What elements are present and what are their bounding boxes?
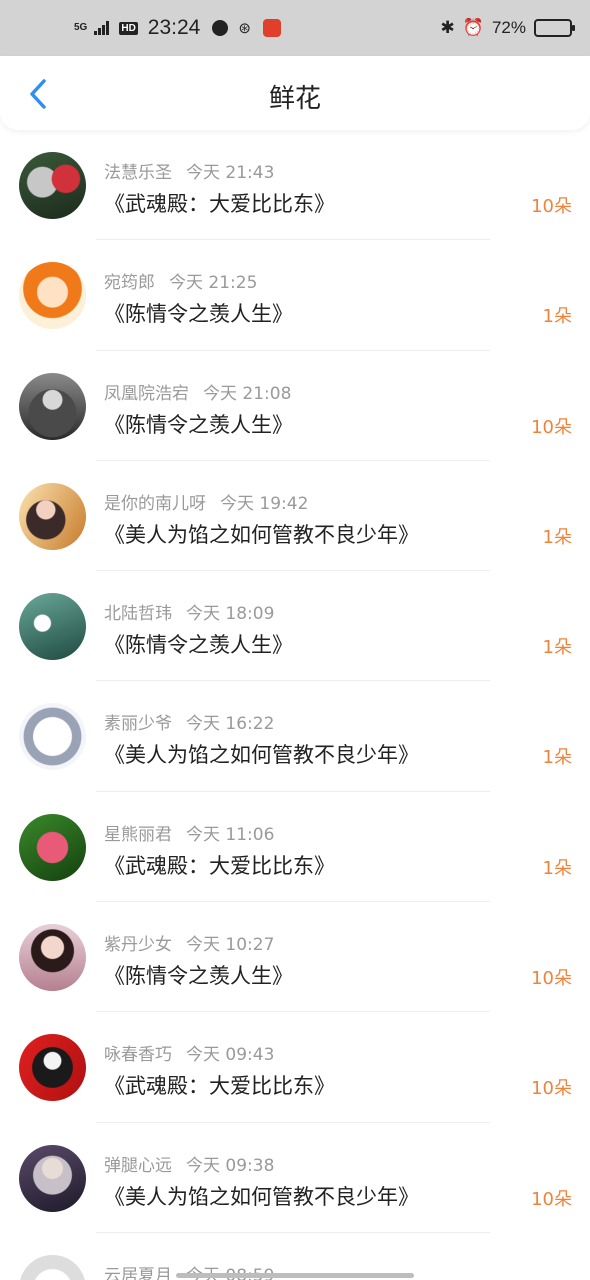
timestamp: 今天 11:06 — [186, 824, 275, 845]
item-meta: 宛筠郎 今天 21:25 — [104, 268, 257, 293]
avatar[interactable] — [19, 372, 86, 440]
bluetooth-icon: ✱ — [440, 18, 455, 37]
book-title[interactable]: 《武魂殿：大爱比比东》 — [104, 188, 335, 218]
timestamp: 今天 09:38 — [186, 1155, 275, 1176]
battery-icon — [534, 19, 575, 37]
flower-count: 1朵 — [542, 747, 572, 769]
timestamp: 今天 21:25 — [169, 273, 258, 294]
item-meta: 素丽少爷 今天 16:22 — [104, 709, 274, 734]
avatar[interactable] — [19, 152, 86, 219]
item-meta: 是你的南儿呀 今天 19:42 — [104, 489, 308, 514]
battery-percent: 72% — [491, 18, 526, 37]
avatar[interactable] — [19, 593, 86, 661]
timestamp: 今天 18:09 — [186, 604, 275, 625]
signal-icon — [94, 21, 110, 35]
status-bar: 5G HD 23:24 ⊛ ✱ ⏰ 72% — [0, 0, 590, 56]
item-meta: 紫丹少女 今天 10:27 — [104, 930, 274, 955]
avatar[interactable] — [19, 1144, 86, 1212]
user-name[interactable]: 星熊丽君 — [104, 825, 172, 845]
notification-icon — [212, 20, 229, 36]
flower-count: 10朵 — [531, 1188, 572, 1210]
avatar[interactable] — [19, 703, 86, 771]
user-name[interactable]: 法慧乐圣 — [104, 163, 172, 183]
item-meta: 北陆哲玮 今天 18:09 — [104, 599, 274, 624]
list-item[interactable]: 咏春香巧 今天 09:43 《武魂殿：大爱比比东》 10朵 — [0, 1012, 590, 1123]
list-item[interactable]: 是你的南儿呀 今天 19:42 《美人为馅之如何管教不良少年》 1朵 — [0, 461, 590, 572]
list-item[interactable]: 紫丹少女 今天 10:27 《陈情令之羡人生》 10朵 — [0, 902, 590, 1013]
flower-count: 1朵 — [542, 306, 572, 328]
weibo-icon: ⊛ — [238, 20, 251, 37]
flower-count: 1朵 — [542, 857, 572, 879]
network-type: 5G — [74, 22, 88, 33]
user-name[interactable]: 素丽少爷 — [104, 714, 172, 734]
user-name[interactable]: 云居夏月 — [104, 1266, 172, 1280]
flower-count: 10朵 — [531, 416, 572, 438]
user-name[interactable]: 咏春香巧 — [104, 1045, 172, 1065]
item-meta: 星熊丽君 今天 11:06 — [104, 820, 274, 845]
book-title[interactable]: 《美人为馅之如何管教不良少年》 — [104, 739, 419, 769]
user-name[interactable]: 弹腿心远 — [104, 1156, 172, 1176]
flower-count: 1朵 — [542, 526, 572, 548]
list-item[interactable]: 宛筠郎 今天 21:25 《陈情令之羡人生》 1朵 — [0, 240, 590, 351]
avatar[interactable] — [19, 1034, 86, 1102]
list-item[interactable]: 弹腿心远 今天 09:38 《美人为馅之如何管教不良少年》 10朵 — [0, 1123, 590, 1233]
user-name[interactable]: 北陆哲玮 — [104, 604, 172, 624]
status-time: 23:24 — [147, 16, 201, 39]
alarm-icon: ⏰ — [462, 18, 484, 37]
book-title[interactable]: 《陈情令之羡人生》 — [104, 298, 293, 328]
app-notification-icon — [262, 19, 281, 37]
avatar[interactable] — [19, 813, 86, 881]
timestamp: 今天 21:08 — [203, 383, 292, 404]
book-title[interactable]: 《武魂殿：大爱比比东》 — [104, 1070, 335, 1100]
timestamp: 今天 19:42 — [220, 493, 309, 514]
book-title[interactable]: 《美人为馅之如何管教不良少年》 — [104, 1181, 419, 1211]
list-item[interactable]: 北陆哲玮 今天 18:09 《陈情令之羡人生》 1朵 — [0, 571, 590, 682]
avatar[interactable] — [19, 262, 86, 330]
list-item[interactable]: 凤凰院浩宕 今天 21:08 《陈情令之羡人生》 10朵 — [0, 351, 590, 461]
user-name[interactable]: 凤凰院浩宕 — [104, 384, 189, 404]
user-name[interactable]: 是你的南儿呀 — [104, 494, 206, 514]
item-meta: 咏春香巧 今天 09:43 — [104, 1040, 274, 1065]
user-name[interactable]: 紫丹少女 — [104, 935, 172, 955]
hd-icon: HD — [119, 21, 138, 35]
user-name[interactable]: 宛筠郎 — [104, 273, 155, 293]
timestamp: 今天 09:43 — [186, 1045, 275, 1066]
list-item[interactable]: 法慧乐圣 今天 21:43 《武魂殿：大爱比比东》 10朵 — [0, 130, 590, 241]
avatar[interactable] — [19, 1254, 86, 1280]
book-title[interactable]: 《美人为馅之如何管教不良少年》 — [104, 519, 419, 549]
timestamp: 今天 21:43 — [186, 163, 275, 183]
flower-count: 1朵 — [542, 637, 572, 659]
avatar[interactable] — [19, 482, 86, 550]
page-title: 鲜花 — [268, 84, 321, 114]
book-title[interactable]: 《陈情令之羡人生》 — [104, 629, 293, 659]
list-item[interactable]: 素丽少爷 今天 16:22 《美人为馅之如何管教不良少年》 1朵 — [0, 681, 590, 792]
avatar[interactable] — [19, 924, 86, 992]
timestamp: 今天 16:22 — [186, 714, 275, 735]
flower-count: 10朵 — [531, 968, 572, 990]
book-title[interactable]: 《陈情令之羡人生》 — [104, 960, 293, 990]
flower-count: 10朵 — [531, 1078, 572, 1100]
list-item[interactable]: 星熊丽君 今天 11:06 《武魂殿：大爱比比东》 1朵 — [0, 792, 590, 903]
item-meta: 弹腿心远 今天 09:38 — [104, 1151, 274, 1176]
book-title[interactable]: 《武魂殿：大爱比比东》 — [104, 850, 335, 880]
book-title[interactable]: 《陈情令之羡人生》 — [104, 409, 293, 439]
flower-list: 法慧乐圣 今天 21:43 《武魂殿：大爱比比东》 10朵 宛筠郎 今天 21:25 《陈情… — [0, 130, 590, 1280]
home-indicator[interactable] — [176, 1273, 414, 1278]
item-meta: 凤凰院浩宕 今天 21:08 — [104, 379, 291, 404]
flower-count: 10朵 — [531, 196, 572, 217]
item-meta: 法慧乐圣 今天 21:43 — [104, 158, 274, 183]
timestamp: 今天 10:27 — [186, 935, 275, 956]
app-header: 鲜花 — [0, 56, 590, 130]
